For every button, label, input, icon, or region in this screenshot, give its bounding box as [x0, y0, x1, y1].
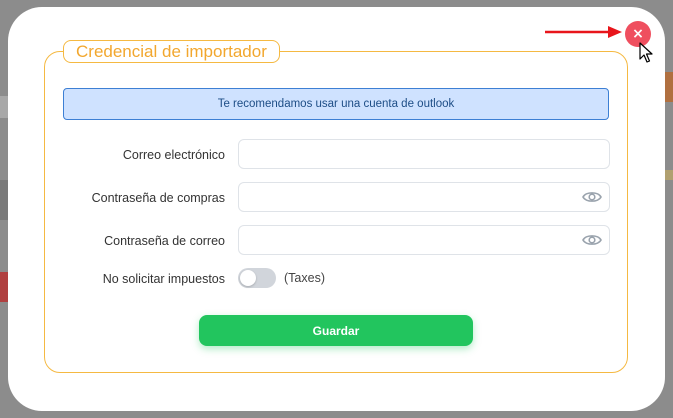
- save-button[interactable]: Guardar: [199, 315, 473, 346]
- purchase-password-input[interactable]: [238, 182, 610, 212]
- red-arrow-annotation: [545, 26, 622, 38]
- eye-icon[interactable]: [582, 233, 602, 247]
- mail-password-label: Contraseña de correo: [104, 234, 225, 248]
- fieldset-legend: Credencial de importador: [63, 40, 280, 63]
- background-content: [665, 170, 673, 180]
- no-taxes-label: No solicitar impuestos: [102, 272, 225, 286]
- purchase-password-label: Contraseña de compras: [91, 191, 225, 205]
- importer-credential-modal: Credencial de importador Te recomendamos…: [8, 7, 665, 411]
- eye-icon[interactable]: [582, 190, 602, 204]
- email-label: Correo electrónico: [122, 148, 225, 162]
- mouse-cursor-icon: [639, 42, 653, 63]
- toggle-knob: [240, 270, 256, 286]
- email-input[interactable]: [238, 139, 610, 169]
- toggle-suffix: (Taxes): [284, 271, 325, 285]
- close-icon: ×: [632, 26, 644, 42]
- info-banner: Te recomendamos usar una cuenta de outlo…: [63, 88, 609, 120]
- no-taxes-toggle[interactable]: [238, 268, 276, 288]
- mail-password-input[interactable]: [238, 225, 610, 255]
